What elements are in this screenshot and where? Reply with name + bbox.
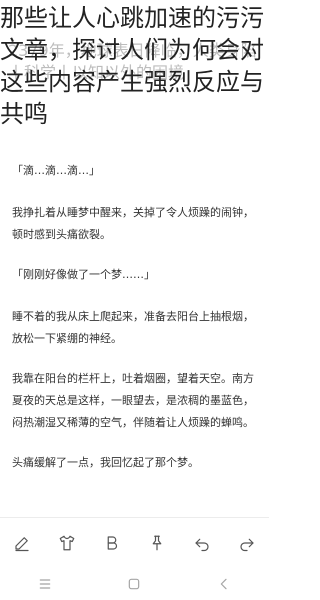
bold-text-icon[interactable] xyxy=(98,529,126,557)
system-nav-bar xyxy=(0,568,269,600)
shirt-icon[interactable] xyxy=(53,529,81,557)
article-paragraph: 睡不着的我从床上爬起来，准备去阳台上抽根烟，放松一下紧绷的神经。 xyxy=(12,310,254,345)
home-icon[interactable] xyxy=(119,570,149,598)
article-paragraph: 「滴…滴…滴…」 xyxy=(12,164,100,177)
article-paragraph: 「刚刚好像做了一个梦……」 xyxy=(12,268,155,281)
undo-icon[interactable] xyxy=(188,529,216,557)
article-paragraph: 我挣扎着从睡梦中醒来，关掉了令人烦躁的闹钟，顿时感到头痛欲裂。 xyxy=(12,206,254,241)
menu-icon[interactable] xyxy=(30,570,60,598)
article-paragraph: 头痛缓解了一点，我回忆起了那个梦。 xyxy=(12,456,199,469)
redo-icon[interactable] xyxy=(233,529,261,557)
back-icon[interactable] xyxy=(209,570,239,598)
editor-toolbar xyxy=(0,517,269,568)
pin-icon[interactable] xyxy=(143,529,171,557)
edit-icon[interactable] xyxy=(8,529,36,557)
article-body: 「滴…滴…滴…」 我挣扎着从睡梦中醒来，关掉了令人烦躁的闹钟，顿时感到头痛欲裂。… xyxy=(12,160,259,492)
page-headline: 那些让人心跳加速的污污文章，探讨人们为何会对这些内容产生强烈反应与共鸣 xyxy=(0,4,264,128)
article-paragraph: 我靠在阳台的栏杆上，吐着烟圈，望着天空。南方夏夜的天总是这样，一眼望去，是浓稠的… xyxy=(12,372,254,429)
